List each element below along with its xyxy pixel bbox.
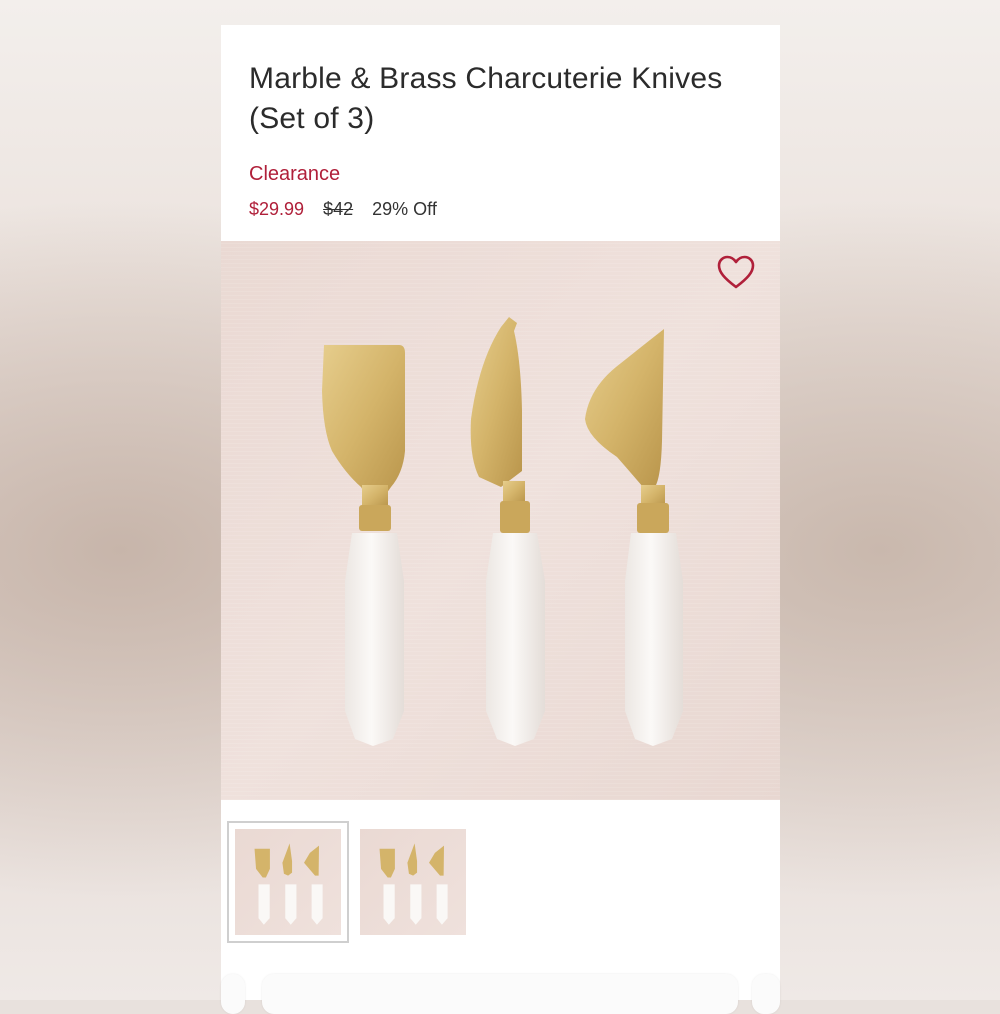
sale-price: $29.99 bbox=[249, 199, 305, 219]
heart-outline-icon bbox=[717, 255, 755, 289]
clearance-badge: Clearance bbox=[249, 163, 341, 185]
thumbnail-1[interactable] bbox=[227, 821, 349, 943]
discount-label: 29% Off bbox=[372, 199, 437, 219]
bottom-action-bar bbox=[0, 974, 1000, 1014]
bottom-bar-left-edge bbox=[221, 974, 245, 1014]
original-price: $42 bbox=[323, 199, 354, 219]
price-row: $29.99 $42 29% Off bbox=[249, 199, 437, 220]
favorite-button[interactable] bbox=[716, 253, 756, 293]
bottom-bar-panel[interactable] bbox=[262, 974, 738, 1014]
pointed-cheese-knife bbox=[470, 317, 545, 746]
product-title: Marble & Brass Charcuterie Knives (Set o… bbox=[249, 62, 723, 135]
thumbnail-1-image bbox=[254, 843, 323, 925]
product-image[interactable] bbox=[221, 241, 780, 800]
product-page: Marble & Brass Charcuterie Knives (Set o… bbox=[221, 25, 780, 1000]
thumbnail-2[interactable] bbox=[360, 829, 466, 935]
square-cheese-knife bbox=[322, 345, 405, 746]
thumbnail-2-image bbox=[379, 843, 448, 925]
bottom-bar-right-edge bbox=[752, 974, 780, 1014]
curved-cheese-knife bbox=[585, 329, 683, 746]
knife-set-illustration bbox=[322, 317, 683, 746]
